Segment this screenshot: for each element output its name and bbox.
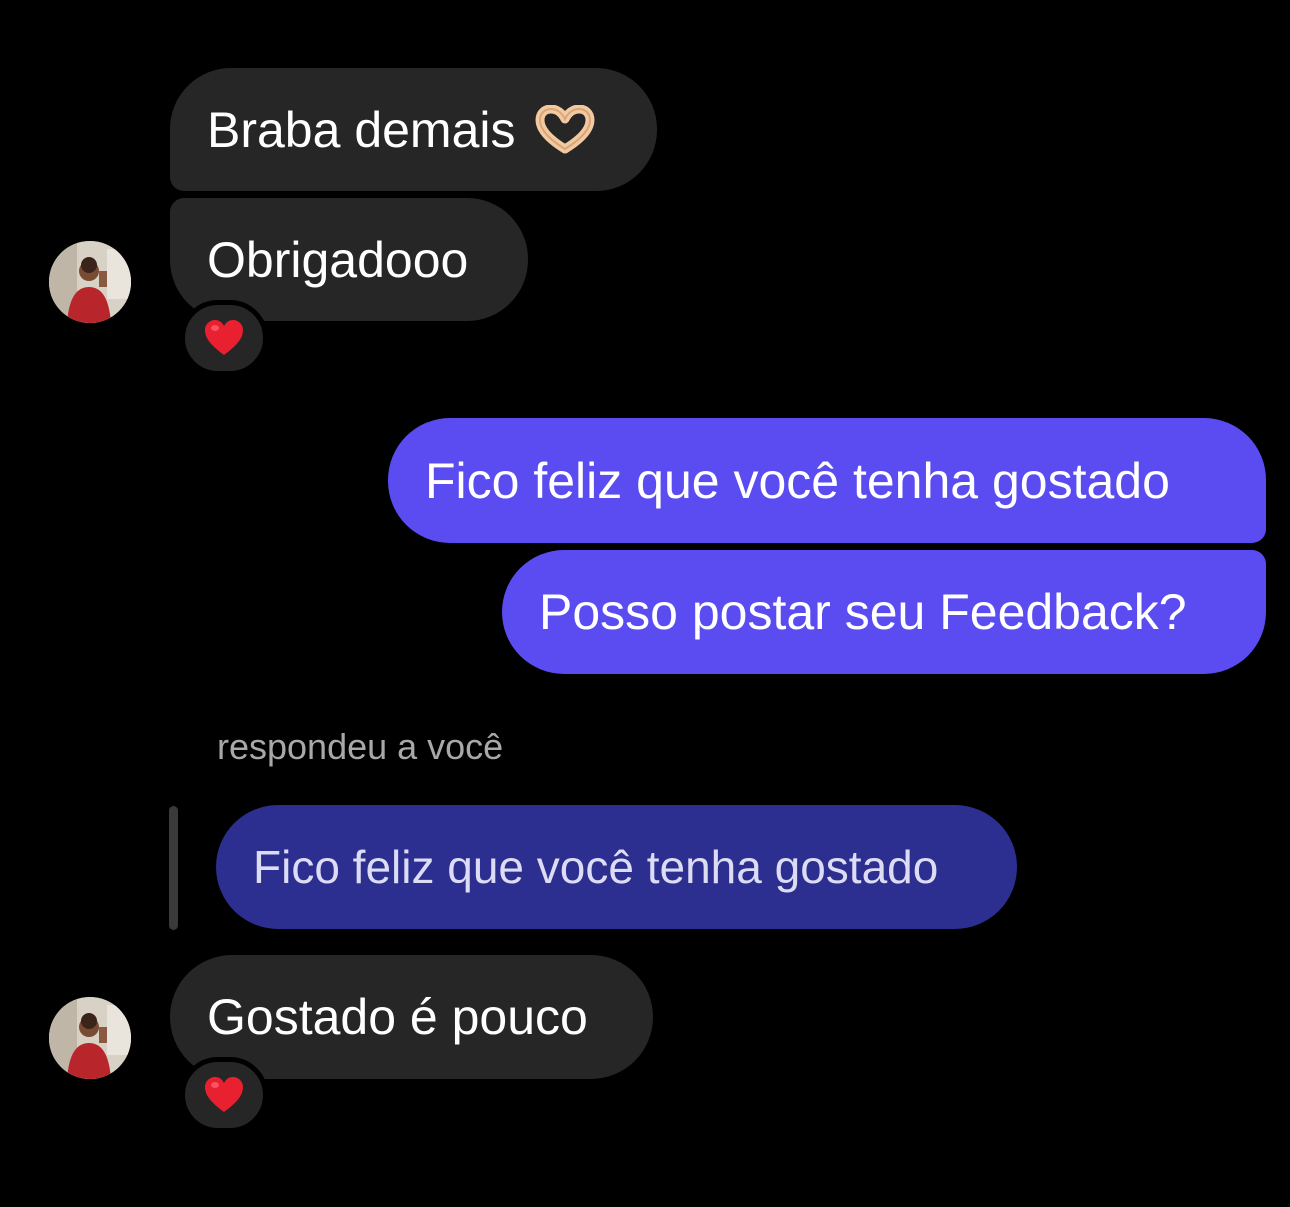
- reply-label: respondeu a você: [217, 726, 504, 767]
- heart-hands-emoji-icon: [534, 104, 596, 155]
- quoted-text: Fico feliz que você tenha gostado: [253, 841, 939, 893]
- message-text: Fico feliz que você tenha gostado: [425, 452, 1170, 509]
- red-heart-icon: [205, 1077, 243, 1112]
- reply-indicator-bar: [169, 806, 178, 930]
- contact-avatar[interactable]: [49, 997, 131, 1079]
- message-text: Posso postar seu Feedback?: [539, 584, 1187, 640]
- contact-avatar[interactable]: [49, 241, 131, 323]
- incoming-message-bubble[interactable]: Braba demais: [170, 68, 657, 191]
- reaction-badge[interactable]: [180, 1057, 268, 1133]
- outgoing-message-bubble[interactable]: Posso postar seu Feedback?: [502, 550, 1266, 674]
- message-text: Braba demais: [207, 101, 516, 158]
- outgoing-message-bubble[interactable]: Fico feliz que você tenha gostado: [388, 418, 1266, 543]
- message-text: Gostado é pouco: [207, 989, 588, 1045]
- message-text: Obrigadooo: [207, 231, 469, 288]
- chat-thread: Braba demais Obrigadooo Fico feliz que v…: [0, 0, 1290, 1207]
- reaction-badge[interactable]: [180, 300, 268, 376]
- red-heart-icon: [205, 320, 243, 355]
- quoted-message-bubble[interactable]: Fico feliz que você tenha gostado: [216, 805, 1017, 929]
